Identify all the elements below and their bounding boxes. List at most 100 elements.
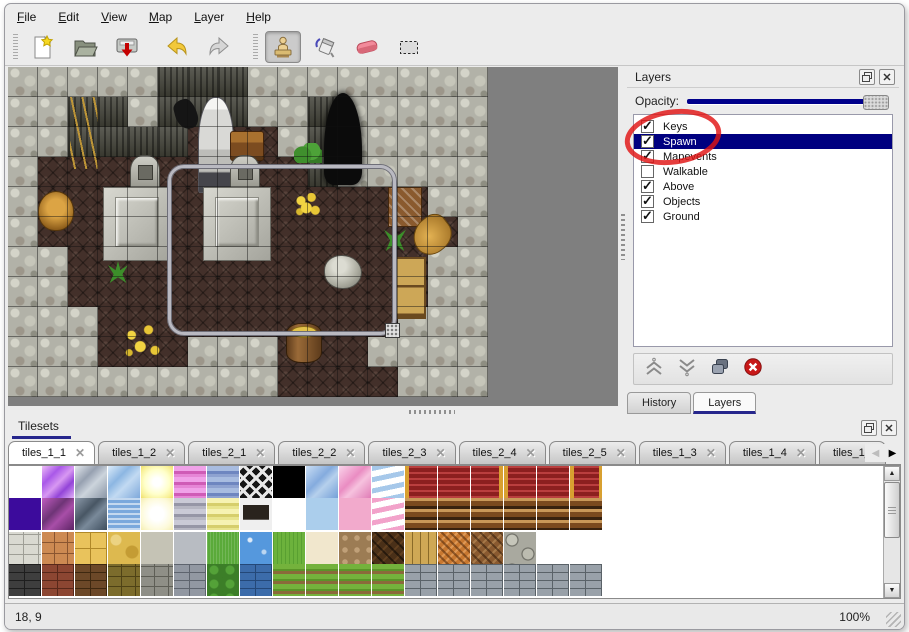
tile-crystal-purple-dark[interactable]	[42, 498, 75, 530]
tile-sand[interactable]	[306, 532, 339, 564]
tile-stone-gray[interactable]	[141, 564, 174, 596]
tile-brick-blue[interactable]	[240, 564, 273, 596]
tile-pebbles-gray[interactable]	[141, 532, 174, 564]
layer-visibility-checkbox[interactable]	[641, 150, 654, 163]
tile-brick-stone[interactable]	[537, 564, 570, 596]
tile-carpet-brown[interactable]	[504, 498, 537, 530]
vertical-splitter[interactable]	[618, 67, 627, 406]
tile-carpet-red-l[interactable]	[504, 466, 537, 498]
save-button[interactable]	[109, 31, 145, 63]
tile-brick-brown[interactable]	[75, 564, 108, 596]
tileset-tab-tiles_2_4[interactable]: tiles_2_4✕	[459, 441, 546, 464]
redo-button[interactable]	[201, 31, 237, 63]
lower-layer-button[interactable]	[675, 358, 699, 380]
tile-stone-olive[interactable]	[108, 564, 141, 596]
tab-history[interactable]: History	[627, 392, 691, 414]
tile-grass-rows[interactable]	[306, 564, 339, 596]
close-tab-icon[interactable]: ✕	[255, 446, 265, 460]
tile-stone-blocks[interactable]	[9, 532, 42, 564]
close-tab-icon[interactable]: ✕	[526, 446, 536, 460]
menu-layer[interactable]: Layer	[194, 10, 224, 24]
tile-pink-light[interactable]	[339, 498, 372, 530]
tile-empty[interactable]	[570, 532, 603, 564]
tile-lattice[interactable]	[240, 466, 273, 498]
tile-grass-rows[interactable]	[273, 564, 306, 596]
tile-brick-gray[interactable]	[174, 564, 207, 596]
tile-blue-light[interactable]	[306, 498, 339, 530]
tile-grass[interactable]	[207, 532, 240, 564]
tile-brick-stone[interactable]	[570, 564, 603, 596]
close-tab-icon[interactable]: ✕	[345, 446, 355, 460]
tile-brick-stone[interactable]	[504, 564, 537, 596]
menu-file[interactable]: File	[17, 10, 36, 24]
resize-grip[interactable]	[886, 612, 901, 627]
tile-glow-yellow[interactable]	[141, 466, 174, 498]
tile-water-blue[interactable]	[108, 498, 141, 530]
selection-rectangle[interactable]	[168, 165, 396, 335]
layer-row-mapevents[interactable]: Mapevents	[634, 149, 892, 164]
float-dock-icon[interactable]	[859, 69, 875, 85]
tile-cobble-yellow[interactable]	[108, 532, 141, 564]
tileset-tab-tiles_2_2[interactable]: tiles_2_2✕	[278, 441, 365, 464]
raise-layer-button[interactable]	[642, 358, 666, 380]
tile-tile-yellow[interactable]	[75, 532, 108, 564]
float-dock-icon[interactable]	[861, 420, 877, 436]
tileset-tab-tiles_1_3[interactable]: tiles_1_3✕	[639, 441, 726, 464]
tile-carpet-red-lr[interactable]	[570, 466, 603, 498]
new-button[interactable]	[25, 31, 61, 63]
layer-row-ground[interactable]: Ground	[634, 209, 892, 224]
tile-stripes-blue[interactable]	[207, 466, 240, 498]
opacity-slider-handle[interactable]	[863, 95, 889, 110]
opacity-slider[interactable]	[687, 94, 889, 108]
tile-glow-pale[interactable]	[141, 498, 174, 530]
layer-visibility-checkbox[interactable]	[641, 210, 654, 223]
tile-planks-tan[interactable]	[405, 532, 438, 564]
layer-row-spawn[interactable]: Spawn	[634, 134, 892, 149]
tile-brick-dark[interactable]	[9, 564, 42, 596]
scroll-up-icon[interactable]: ▲	[884, 466, 900, 481]
layer-row-walkable[interactable]: Walkable	[634, 164, 892, 179]
layer-visibility-checkbox[interactable]	[641, 195, 654, 208]
layer-visibility-checkbox[interactable]	[641, 180, 654, 193]
tile-carpet-brown[interactable]	[471, 498, 504, 530]
scroll-left-icon[interactable]: ◀	[869, 444, 882, 462]
tileset-palette[interactable]: ▲ ▼	[8, 465, 901, 599]
tile-carpet-brown[interactable]	[405, 498, 438, 530]
tab-layers[interactable]: Layers	[693, 392, 756, 414]
tile-water-sparkle[interactable]	[240, 532, 273, 564]
tile-hedge[interactable]	[207, 564, 240, 596]
tile-brick-stone[interactable]	[438, 564, 471, 596]
tileset-tab-tiles_1_4[interactable]: tiles_1_4✕	[729, 441, 816, 464]
tileset-tab-tiles_2_3[interactable]: tiles_2_3✕	[368, 441, 455, 464]
fill-button[interactable]	[307, 31, 343, 63]
tile-banner-blue[interactable]	[372, 466, 405, 498]
tileset-tab-tiles_1_1[interactable]: tiles_1_1✕	[8, 441, 95, 464]
tile-stripes-gray[interactable]	[174, 498, 207, 530]
tile-carpet-brown[interactable]	[570, 498, 603, 530]
tile-herringbone[interactable]	[471, 532, 504, 564]
tile-carpet-red-l[interactable]	[405, 466, 438, 498]
select-button[interactable]	[391, 31, 427, 63]
scrollbar-thumb[interactable]	[884, 482, 900, 538]
tile-crystal-gray[interactable]	[75, 466, 108, 498]
tile-brick-red[interactable]	[42, 564, 75, 596]
tile-flagstone-orange[interactable]	[42, 532, 75, 564]
tile-crystal-blue2[interactable]	[306, 466, 339, 498]
layer-row-objects[interactable]: Objects	[634, 194, 892, 209]
tile-plaque[interactable]	[240, 498, 273, 530]
tile-crystal-pink[interactable]	[339, 466, 372, 498]
tile-cobble-gray[interactable]	[174, 532, 207, 564]
close-dock-icon[interactable]	[879, 69, 895, 85]
tile-stripes-pink[interactable]	[174, 466, 207, 498]
tile-crystal-purple[interactable]	[42, 466, 75, 498]
menu-edit[interactable]: Edit	[58, 10, 79, 24]
tile-dirt-pebble[interactable]	[339, 532, 372, 564]
scroll-right-icon[interactable]: ▶	[886, 444, 899, 462]
close-dock-icon[interactable]	[881, 420, 897, 436]
stamp-button[interactable]	[265, 31, 301, 63]
layer-row-above[interactable]: Above	[634, 179, 892, 194]
tileset-tab-tiles_2_1[interactable]: tiles_2_1✕	[188, 441, 275, 464]
tileset-tab-tiles_1_2[interactable]: tiles_1_2✕	[98, 441, 185, 464]
tile-banner-pink[interactable]	[372, 498, 405, 530]
tile-brick-stone[interactable]	[471, 564, 504, 596]
